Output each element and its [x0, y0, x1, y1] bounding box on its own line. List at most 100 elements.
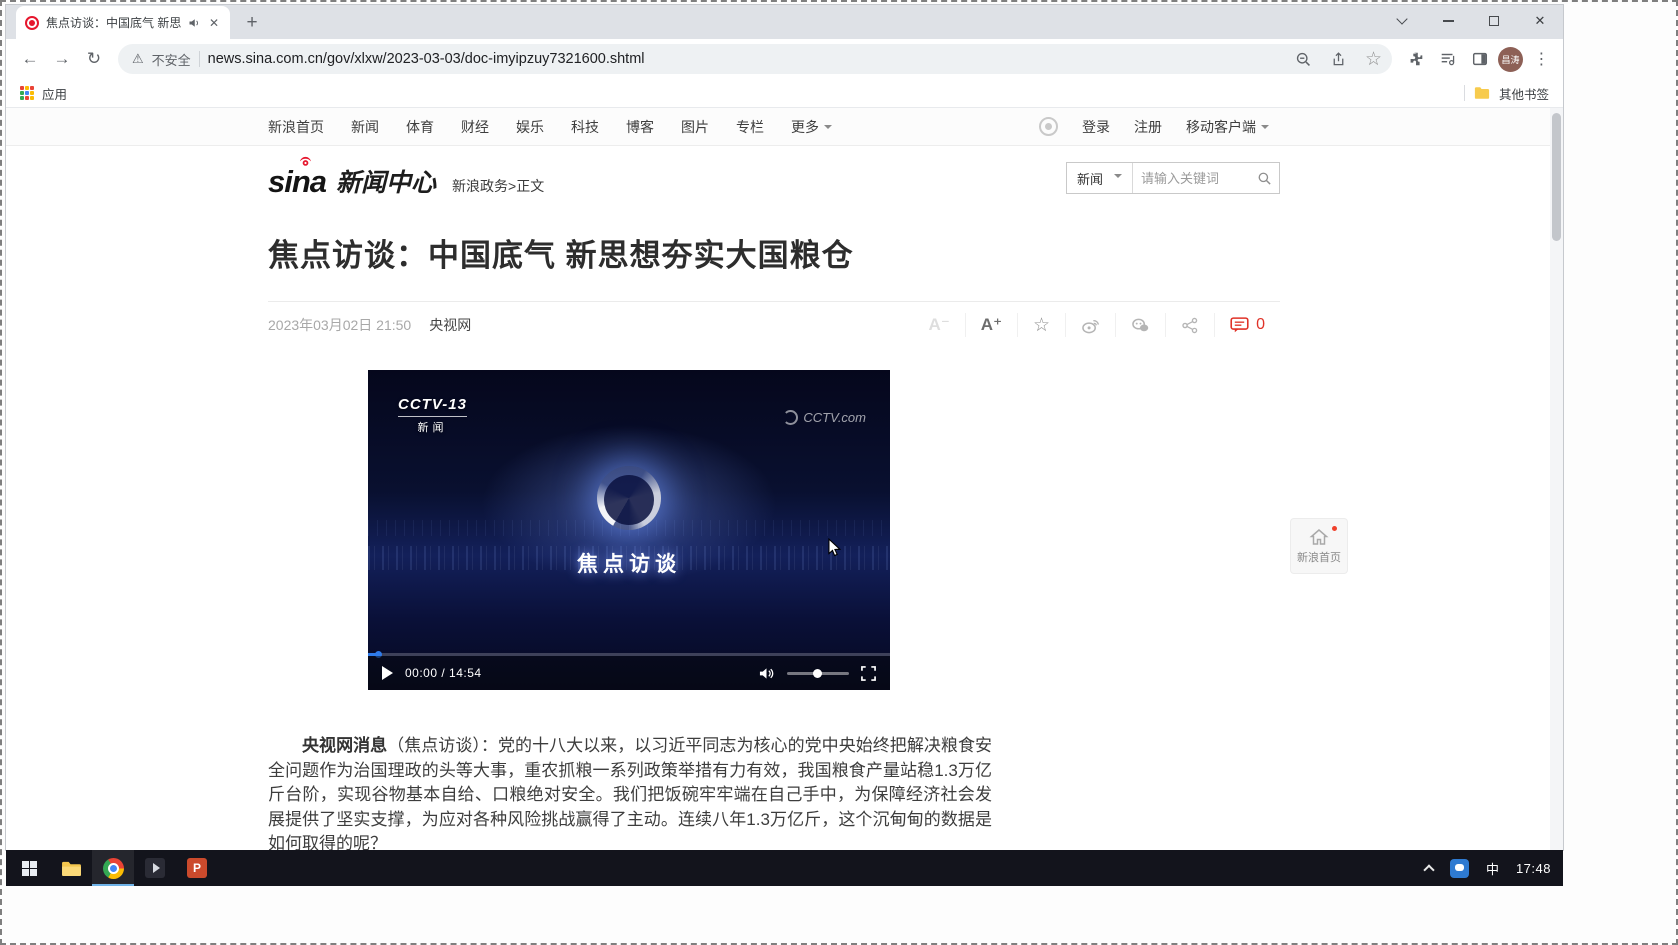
maximize-button[interactable]	[1471, 5, 1517, 37]
search-category-dropdown[interactable]: 新闻	[1067, 163, 1133, 193]
back-to-home-label: 新浪首页	[1297, 549, 1341, 565]
extensions-puzzle-icon[interactable]	[1402, 46, 1429, 73]
favorite-star-icon[interactable]: ☆	[1018, 313, 1066, 337]
profile-avatar[interactable]: 昌涛	[1498, 47, 1523, 72]
tab-title: 焦点访谈：中国底气 新思想夯	[46, 14, 181, 31]
toolbar-extensions-area: 昌涛 ⋮	[1402, 46, 1555, 73]
other-bookmarks-label[interactable]: 其他书签	[1499, 84, 1549, 103]
source-link[interactable]: 央视网	[429, 315, 471, 335]
fullscreen-icon[interactable]	[861, 666, 876, 681]
chevron-down-icon	[1114, 174, 1122, 182]
jiaodian-fangtan-logo-icon	[597, 466, 661, 530]
font-increase-button[interactable]: A⁺	[966, 313, 1018, 337]
section-title[interactable]: 新闻中心	[336, 157, 436, 199]
nav-item-column[interactable]: 专栏	[736, 117, 764, 137]
video-player[interactable]: CCTV-13 新闻 CCTV.com 焦点访谈 00:00 / 14:54	[368, 370, 890, 690]
mouse-cursor	[827, 538, 842, 558]
chrome-taskbar-button[interactable]	[92, 850, 134, 886]
home-icon	[1309, 528, 1329, 546]
share-article-icon[interactable]	[1166, 313, 1215, 337]
apps-label[interactable]: 应用	[42, 84, 67, 103]
search-input[interactable]	[1133, 171, 1249, 186]
reload-icon[interactable]: ↻	[80, 45, 108, 73]
browser-window: 焦点访谈：中国底气 新思想夯 ✕ + ✕ ← → ↻ ⚠ 不安全	[6, 5, 1563, 850]
ime-indicator[interactable]: 中	[1486, 859, 1499, 878]
breadcrumb[interactable]: 新浪政务>正文	[452, 160, 544, 196]
notification-dot	[1332, 526, 1337, 531]
masthead: sina 新闻中心 新浪政务>正文 新闻	[268, 146, 1280, 210]
media-app-button[interactable]	[134, 850, 176, 886]
font-decrease-button[interactable]: A⁻	[914, 313, 966, 337]
new-tab-button[interactable]: +	[239, 10, 265, 36]
mobile-client-link[interactable]: 移动客户端	[1186, 117, 1269, 137]
chat-notification-icon[interactable]	[1450, 859, 1469, 878]
security-label: 不安全	[152, 50, 191, 69]
comment-bubble-icon	[1230, 317, 1249, 333]
video-program-title: 焦点访谈	[577, 548, 681, 578]
close-button[interactable]: ✕	[1517, 5, 1563, 37]
nav-item-tech[interactable]: 科技	[571, 117, 599, 137]
media-playlist-icon[interactable]	[1434, 46, 1461, 73]
nav-item-sports[interactable]: 体育	[406, 117, 434, 137]
sina-logo[interactable]: sina	[268, 156, 326, 200]
paragraph-lead: 央视网消息	[302, 736, 387, 755]
comment-button[interactable]: 0	[1215, 313, 1280, 337]
start-button[interactable]	[8, 850, 50, 886]
minimize-button[interactable]	[1425, 5, 1471, 37]
publish-date: 2023年03月02日 21:50	[268, 315, 411, 335]
zoom-icon[interactable]	[1290, 46, 1317, 73]
system-tray: 中 17:48	[1425, 850, 1551, 886]
apps-grid-icon[interactable]	[20, 86, 34, 100]
cctv13-logo: CCTV-13 新闻	[398, 396, 467, 435]
volume-icon[interactable]	[758, 666, 775, 681]
page-viewport: 新浪首页 新闻 体育 财经 娱乐 科技 博客 图片 专栏 更多 登录 注册 移动…	[6, 108, 1563, 850]
back-icon[interactable]: ←	[16, 45, 44, 73]
article-meta: 2023年03月02日 21:50 央视网 A⁻ A⁺ ☆	[268, 302, 1280, 348]
file-explorer-button[interactable]	[50, 850, 92, 886]
login-link[interactable]: 登录	[1082, 117, 1110, 137]
url-text: news.sina.com.cn/gov/xlxw/2023-03-03/doc…	[208, 51, 645, 67]
register-link[interactable]: 注册	[1134, 117, 1162, 137]
nav-item-more[interactable]: 更多	[791, 117, 832, 137]
cctv-orb-icon	[783, 410, 798, 425]
article-paragraph: 央视网消息（焦点访谈）：党的十八大以来，以习近平同志为核心的党中央始终把解决粮食…	[268, 734, 992, 850]
cctv-watermark: CCTV.com	[783, 410, 866, 425]
play-button[interactable]	[382, 666, 393, 680]
nav-item-home[interactable]: 新浪首页	[268, 117, 324, 137]
explorer-folder-icon	[61, 860, 82, 877]
nav-item-photo[interactable]: 图片	[681, 117, 709, 137]
clock[interactable]: 17:48	[1516, 861, 1551, 876]
forward-icon[interactable]: →	[48, 45, 76, 73]
folder-icon	[1474, 86, 1490, 100]
nav-item-blog[interactable]: 博客	[626, 117, 654, 137]
address-bar[interactable]: ⚠ 不安全 news.sina.com.cn/gov/xlxw/2023-03-…	[118, 44, 1392, 74]
volume-handle[interactable]	[813, 669, 822, 678]
search-icon[interactable]	[1249, 163, 1279, 193]
menu-kebab-icon[interactable]: ⋮	[1528, 46, 1555, 73]
weibo-share-icon[interactable]	[1066, 313, 1116, 337]
bookmarks-bar: 应用 其他书签	[6, 79, 1563, 108]
browser-tab[interactable]: 焦点访谈：中国底气 新思想夯 ✕	[16, 6, 230, 39]
window-controls: ✕	[1379, 5, 1563, 37]
tab-close-icon[interactable]: ✕	[207, 15, 221, 31]
bookmark-star-icon[interactable]: ☆	[1360, 46, 1387, 73]
article-title: 焦点访谈：中国底气 新思想夯实大国粮仓	[268, 230, 1280, 275]
wechat-share-icon[interactable]	[1116, 313, 1166, 337]
nav-item-news[interactable]: 新闻	[351, 117, 379, 137]
nav-item-finance[interactable]: 财经	[461, 117, 489, 137]
sina-eye-red-icon	[299, 156, 312, 167]
powerpoint-button[interactable]: P	[176, 850, 218, 886]
share-icon[interactable]	[1325, 46, 1352, 73]
page-scrollbar[interactable]	[1550, 108, 1563, 850]
tab-search-chevron-icon[interactable]	[1379, 5, 1425, 37]
screen: 焦点访谈：中国底气 新思想夯 ✕ + ✕ ← → ↻ ⚠ 不安全	[0, 0, 1678, 945]
tray-expand-icon[interactable]	[1423, 864, 1434, 875]
scrollbar-thumb[interactable]	[1552, 113, 1561, 241]
nav-item-ent[interactable]: 娱乐	[516, 117, 544, 137]
volume-slider[interactable]	[787, 672, 849, 675]
side-panel-icon[interactable]	[1466, 46, 1493, 73]
media-app-icon	[145, 858, 165, 878]
back-to-home-widget[interactable]: 新浪首页	[1290, 518, 1348, 574]
sina-favicon-icon	[25, 16, 39, 30]
chrome-icon	[103, 858, 124, 879]
